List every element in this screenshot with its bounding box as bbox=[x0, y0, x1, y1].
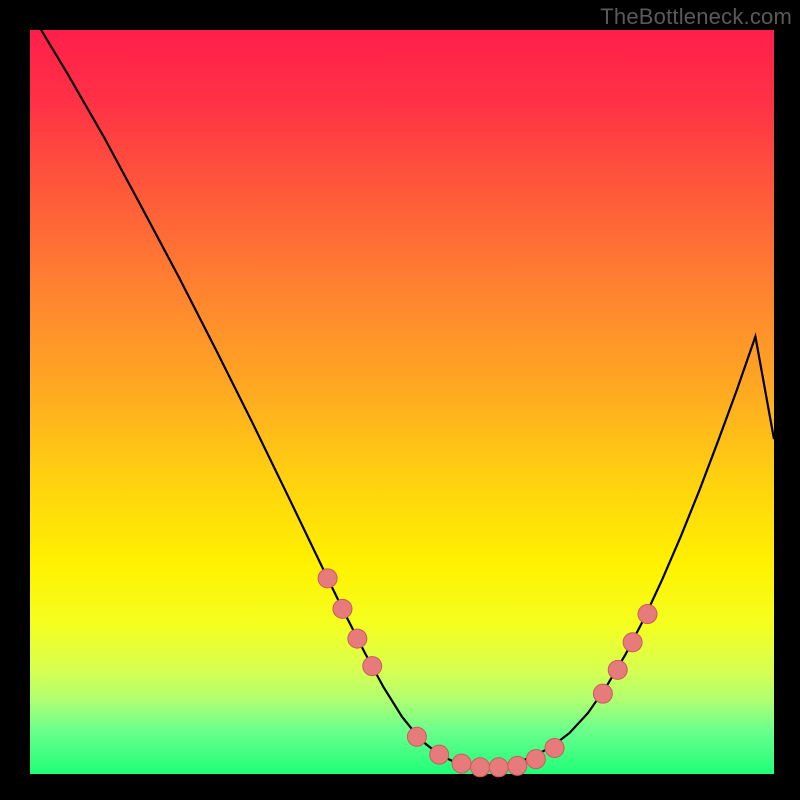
data-marker bbox=[489, 758, 508, 777]
data-marker bbox=[407, 727, 426, 746]
data-marker bbox=[623, 633, 642, 652]
data-marker bbox=[333, 599, 352, 618]
data-marker bbox=[452, 754, 471, 773]
data-marker bbox=[348, 629, 367, 648]
data-marker bbox=[593, 684, 612, 703]
data-marker bbox=[471, 758, 490, 777]
data-marker bbox=[430, 745, 449, 764]
data-marker bbox=[638, 605, 657, 624]
watermark-text: TheBottleneck.com bbox=[600, 4, 792, 30]
data-marker bbox=[545, 738, 564, 757]
data-marker bbox=[363, 657, 382, 676]
data-marker bbox=[608, 660, 627, 679]
data-marker bbox=[526, 750, 545, 769]
gradient-plot-area bbox=[30, 30, 774, 774]
data-marker bbox=[318, 569, 337, 588]
data-marker bbox=[508, 756, 527, 775]
